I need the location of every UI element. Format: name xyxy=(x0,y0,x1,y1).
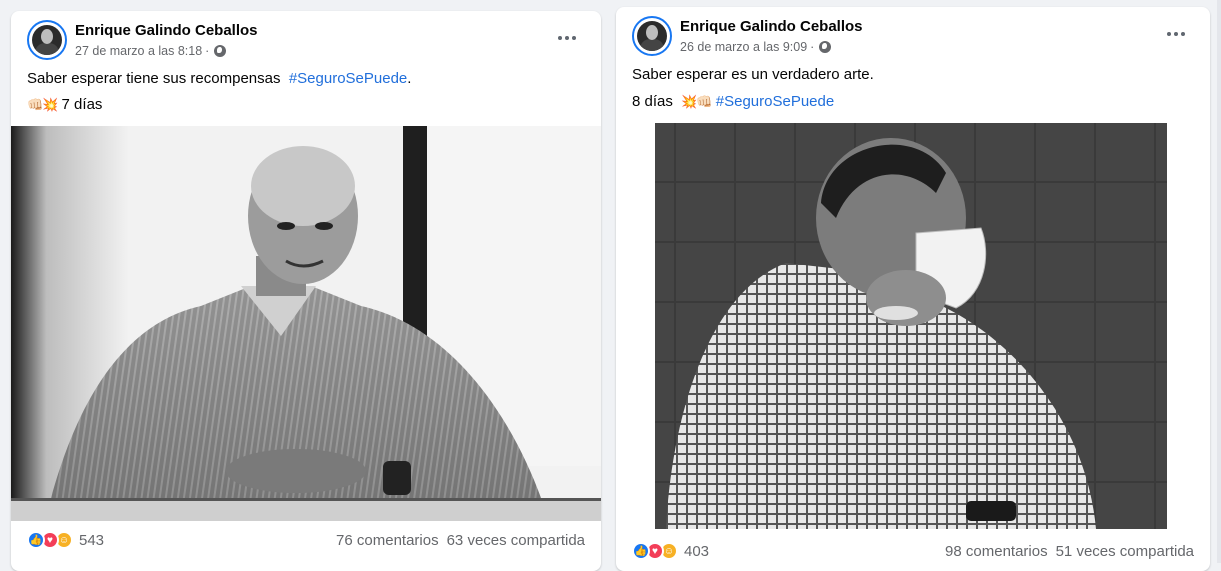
like-icon: 👍 xyxy=(27,531,45,549)
post-stats: 76 comentarios 63 veces compartida xyxy=(336,532,585,549)
feed-post: Enrique Galindo Ceballos 27 de marzo a l… xyxy=(11,11,601,571)
post-header: Enrique Galindo Ceballos 27 de marzo a l… xyxy=(27,20,585,62)
post-footer: 👍 ♥ ☺ 403 98 comentarios 51 veces compar… xyxy=(632,539,1194,563)
emoji: 💥👊🏻 xyxy=(681,95,712,110)
days-text: 8 días xyxy=(632,93,673,110)
more-options-button[interactable] xyxy=(549,26,585,50)
emoji: 👊🏻💥 xyxy=(27,98,58,113)
post-text-line2: 8 días 💥👊🏻 #SeguroSePuede xyxy=(632,93,834,110)
post-footer: 👍 ♥ ☺ 543 76 comentarios 63 veces compar… xyxy=(27,528,585,552)
post-photo[interactable] xyxy=(616,123,1210,529)
post-text: Saber esperar tiene sus recompensas #Seg… xyxy=(27,70,411,87)
hashtag-link[interactable]: #SeguroSePuede xyxy=(289,70,407,87)
reaction-count[interactable]: 543 xyxy=(79,532,104,549)
author-name[interactable]: Enrique Galindo Ceballos xyxy=(680,18,863,35)
timestamp[interactable]: 27 de marzo a las 8:18 xyxy=(75,44,202,58)
globe-icon xyxy=(214,45,227,57)
post-stats: 98 comentarios 51 veces compartida xyxy=(945,543,1194,560)
shares-count[interactable]: 63 veces compartida xyxy=(447,532,585,549)
days-text: 7 días xyxy=(61,96,103,113)
more-options-button[interactable] xyxy=(1158,22,1194,46)
post-text-line2: 👊🏻💥 7 días xyxy=(27,96,102,113)
reactions-summary[interactable]: 👍 ♥ ☺ 543 xyxy=(27,531,104,549)
post-text-suffix: . xyxy=(407,70,412,87)
post-text: Saber esperar es un verdadero arte. xyxy=(632,66,874,83)
post-meta: 27 de marzo a las 8:18 · xyxy=(75,44,227,58)
comments-count[interactable]: 76 comentarios xyxy=(336,532,439,549)
separator: · xyxy=(810,40,815,54)
reactions-summary[interactable]: 👍 ♥ ☺ 403 xyxy=(632,542,709,560)
more-options-icon xyxy=(1167,32,1171,36)
like-icon: 👍 xyxy=(632,542,650,560)
globe-icon xyxy=(819,41,832,53)
post-photo[interactable] xyxy=(11,126,601,521)
post-meta: 26 de marzo a las 9:09 · xyxy=(680,40,832,54)
more-options-icon xyxy=(558,36,562,40)
post-photo-image xyxy=(616,123,1210,529)
feed-post: Enrique Galindo Ceballos 26 de marzo a l… xyxy=(616,7,1210,571)
avatar[interactable] xyxy=(632,16,672,56)
separator: · xyxy=(205,44,210,58)
hashtag-link[interactable]: #SeguroSePuede xyxy=(716,93,834,110)
post-text-body: Saber esperar tiene sus recompensas xyxy=(27,70,281,87)
author-name[interactable]: Enrique Galindo Ceballos xyxy=(75,22,258,39)
scroll-edge xyxy=(1217,0,1221,563)
timestamp[interactable]: 26 de marzo a las 9:09 xyxy=(680,40,807,54)
shares-count[interactable]: 51 veces compartida xyxy=(1056,543,1194,560)
reaction-count[interactable]: 403 xyxy=(684,543,709,560)
post-header: Enrique Galindo Ceballos 26 de marzo a l… xyxy=(632,16,1194,58)
comments-count[interactable]: 98 comentarios xyxy=(945,543,1048,560)
post-photo-image xyxy=(11,126,601,521)
avatar[interactable] xyxy=(27,20,67,60)
